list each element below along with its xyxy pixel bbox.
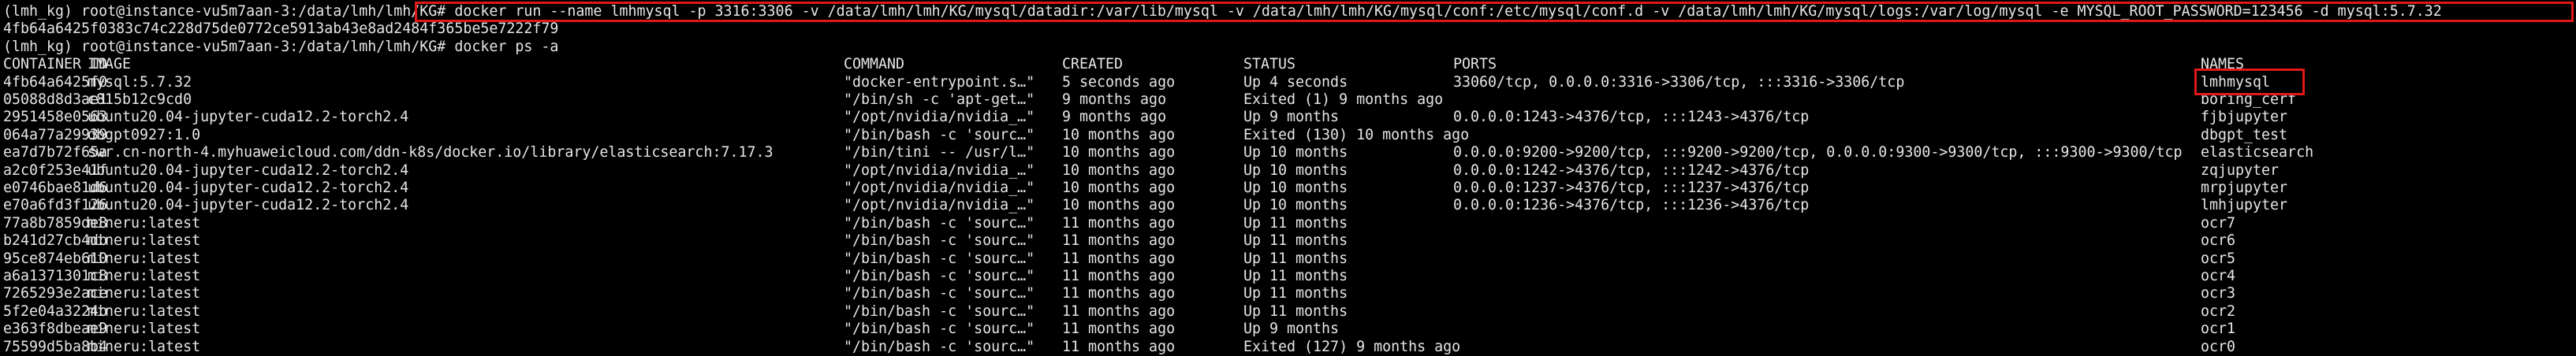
- cell-command: "/bin/tini -- /usr/l…": [844, 144, 1035, 161]
- cell-names: elasticsearch: [2201, 144, 2314, 161]
- cell-created: 11 months ago: [1062, 250, 1176, 267]
- cell-command: "/opt/nvidia/nvidia_…": [844, 197, 1035, 214]
- cell-command: "/bin/bash -c 'sourc…": [844, 126, 1035, 143]
- cell-created: 11 months ago: [1062, 302, 1176, 320]
- cell-names: lmhjupyter: [2201, 197, 2288, 214]
- cell-names: ocr3: [2201, 285, 2236, 302]
- cell-command: "/bin/bash -c 'sourc…": [844, 232, 1035, 250]
- cell-status: Up 11 months: [1243, 285, 1348, 302]
- cell-status: Up 9 months: [1243, 321, 1340, 338]
- cell-created: 11 months ago: [1062, 338, 1176, 355]
- highlight-box-run-command: [415, 2, 2574, 22]
- cell-created: 11 months ago: [1062, 285, 1176, 302]
- container-hash-output: 4fb64a6425f0383c74c228d75de0772ce5913ab4…: [3, 20, 559, 38]
- cell-status: Exited (127) 9 months ago: [1243, 338, 1461, 355]
- cell-image: mineru:latest: [88, 321, 201, 338]
- cell-created: 11 months ago: [1062, 268, 1176, 284]
- cell-command: "docker-entrypoint.s…": [844, 73, 1035, 91]
- terminal-line-docker-ps: (lmh_kg) root@instance-vu5m7aan-3:/data/…: [3, 38, 559, 55]
- cell-ports: 0.0.0.0:1236->4376/tcp, :::1236->4376/tc…: [1453, 197, 1810, 214]
- cell-status: Up 11 months: [1243, 214, 1348, 232]
- cell-ports: 0.0.0.0:1242->4376/tcp, :::1242->4376/tc…: [1453, 161, 1810, 179]
- cell-names: fjbjupyter: [2201, 109, 2288, 126]
- cell-image: ubuntu20.04-jupyter-cuda12.2-torch2.4: [88, 180, 409, 196]
- cell-status: Up 11 months: [1243, 302, 1348, 320]
- cell-names: ocr5: [2201, 250, 2236, 267]
- cell-names: mrpjupyter: [2201, 180, 2288, 196]
- cell-status: Up 10 months: [1243, 161, 1348, 179]
- cell-names: ocr2: [2201, 302, 2236, 320]
- cell-created: 10 months ago: [1062, 197, 1176, 214]
- cell-image: mineru:latest: [88, 338, 201, 355]
- cell-status: Up 11 months: [1243, 250, 1348, 267]
- cell-status: Up 10 months: [1243, 197, 1348, 214]
- cell-image: mineru:latest: [88, 302, 201, 320]
- cell-command: "/bin/sh -c 'apt-get…": [844, 91, 1035, 108]
- cell-created: 10 months ago: [1062, 161, 1176, 179]
- highlight-box-container-name: [2194, 69, 2305, 95]
- cell-image: mineru:latest: [88, 214, 201, 232]
- cell-status: Up 9 months: [1243, 109, 1340, 126]
- cell-created: 9 months ago: [1062, 109, 1167, 126]
- cell-image: mysql:5.7.32: [88, 73, 192, 91]
- cell-command: "/bin/bash -c 'sourc…": [844, 250, 1035, 267]
- column-header-ports: PORTS: [1453, 56, 1497, 73]
- cell-image: ubuntu20.04-jupyter-cuda12.2-torch2.4: [88, 161, 409, 179]
- cell-image: c815b12c9cd0: [88, 91, 192, 108]
- cell-command: "/bin/bash -c 'sourc…": [844, 321, 1035, 338]
- cell-created: 9 months ago: [1062, 91, 1167, 108]
- cell-names: ocr4: [2201, 268, 2236, 284]
- column-header-command: COMMAND: [844, 56, 905, 73]
- cell-names: ocr0: [2201, 338, 2236, 355]
- cell-command: "/bin/bash -c 'sourc…": [844, 268, 1035, 284]
- cell-command: "/opt/nvidia/nvidia_…": [844, 161, 1035, 179]
- cell-names: ocr7: [2201, 214, 2236, 232]
- cell-image: ubuntu20.04-jupyter-cuda12.2-torch2.4: [88, 109, 409, 126]
- cell-image: ubuntu20.04-jupyter-cuda12.2-torch2.4: [88, 197, 409, 214]
- cell-ports: 0.0.0.0:1243->4376/tcp, :::1243->4376/tc…: [1453, 109, 1810, 126]
- shell-prompt: (lmh_kg) root@instance-vu5m7aan-3:/data/…: [3, 3, 455, 20]
- cell-command: "/bin/bash -c 'sourc…": [844, 338, 1035, 355]
- cell-status: Up 10 months: [1243, 180, 1348, 196]
- cell-ports: 0.0.0.0:1237->4376/tcp, :::1237->4376/tc…: [1453, 180, 1810, 196]
- cell-command: "/opt/nvidia/nvidia_…": [844, 109, 1035, 126]
- cell-names: ocr6: [2201, 232, 2236, 250]
- cell-created: 10 months ago: [1062, 126, 1176, 143]
- cell-image: mineru:latest: [88, 268, 201, 284]
- cell-image: mineru:latest: [88, 250, 201, 267]
- column-header-status: STATUS: [1243, 56, 1296, 73]
- cell-names: dbgpt_test: [2201, 126, 2288, 143]
- cell-ports: 0.0.0.0:9200->9200/tcp, :::9200->9200/tc…: [1453, 144, 2183, 161]
- cell-command: "/bin/bash -c 'sourc…": [844, 302, 1035, 320]
- cell-command: "/bin/bash -c 'sourc…": [844, 285, 1035, 302]
- cell-created: 11 months ago: [1062, 214, 1176, 232]
- cell-status: Exited (130) 10 months ago: [1243, 126, 1470, 143]
- cell-image: swr.cn-north-4.myhuaweicloud.com/ddn-k8s…: [88, 144, 774, 161]
- cell-names: zqjupyter: [2201, 161, 2280, 179]
- cell-ports: 33060/tcp, 0.0.0.0:3316->3306/tcp, :::33…: [1453, 73, 1905, 91]
- cell-created: 10 months ago: [1062, 180, 1176, 196]
- cell-status: Up 11 months: [1243, 268, 1348, 284]
- cell-image: dbgpt0927:1.0: [88, 126, 201, 143]
- column-header-created: CREATED: [1062, 56, 1124, 73]
- column-header-image: IMAGE: [88, 56, 132, 73]
- cell-created: 11 months ago: [1062, 321, 1176, 338]
- cell-status: Up 4 seconds: [1243, 73, 1348, 91]
- cell-created: 5 seconds ago: [1062, 73, 1176, 91]
- cell-names: ocr1: [2201, 321, 2236, 338]
- cell-status: Up 10 months: [1243, 144, 1348, 161]
- cell-status: Exited (1) 9 months ago: [1243, 91, 1444, 108]
- terminal-window[interactable]: (lmh_kg) root@instance-vu5m7aan-3:/data/…: [0, 0, 2576, 355]
- cell-command: "/bin/bash -c 'sourc…": [844, 214, 1035, 232]
- cell-image: mineru:latest: [88, 232, 201, 250]
- cell-created: 10 months ago: [1062, 144, 1176, 161]
- cell-status: Up 11 months: [1243, 232, 1348, 250]
- cell-created: 11 months ago: [1062, 232, 1176, 250]
- cell-command: "/opt/nvidia/nvidia_…": [844, 180, 1035, 196]
- cell-image: mineru:latest: [88, 285, 201, 302]
